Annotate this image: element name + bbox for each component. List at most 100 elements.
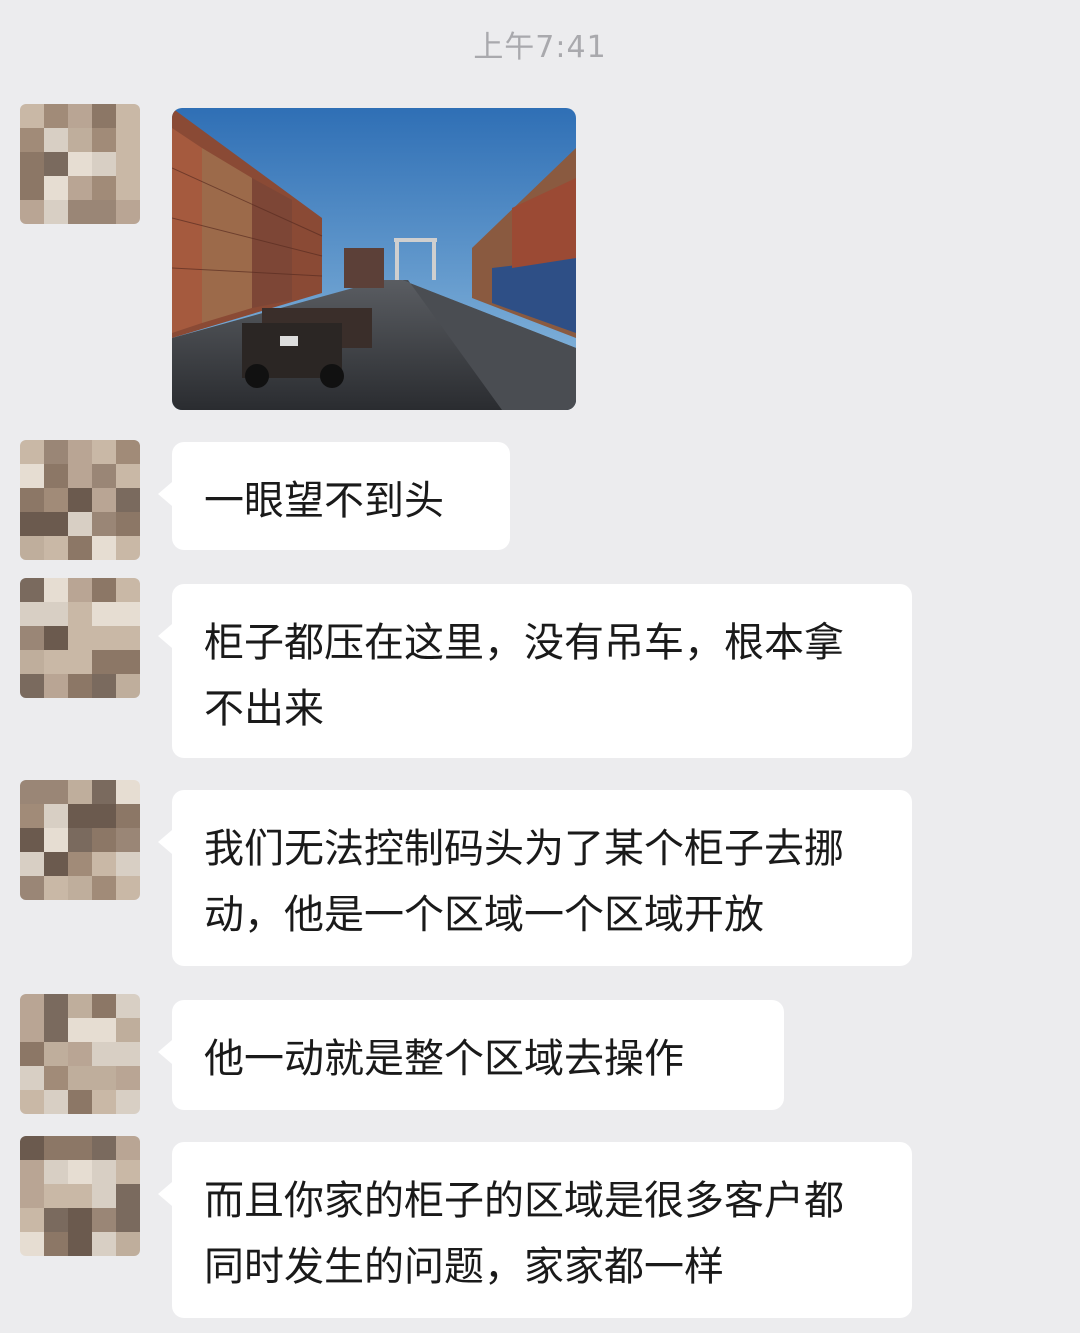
text-message[interactable]: 他一动就是整个区域去操作	[158, 1000, 784, 1110]
avatar-mosaic-tile	[68, 626, 92, 650]
avatar-mosaic-tile	[20, 128, 44, 152]
avatar-mosaic-tile	[68, 1208, 92, 1232]
avatar-mosaic-tile	[116, 578, 140, 602]
sender-avatar[interactable]	[20, 780, 140, 900]
avatar-mosaic-tile	[20, 650, 44, 674]
avatar-mosaic-tile	[44, 488, 68, 512]
avatar-mosaic-tile	[92, 674, 116, 698]
avatar-mosaic-tile	[116, 674, 140, 698]
sender-avatar[interactable]	[20, 1136, 140, 1256]
avatar-mosaic-tile	[44, 602, 68, 626]
avatar-mosaic-tile	[68, 440, 92, 464]
avatar-mosaic-tile	[20, 626, 44, 650]
avatar-mosaic-tile	[116, 828, 140, 852]
avatar-mosaic-tile	[92, 828, 116, 852]
avatar-mosaic-tile	[116, 1066, 140, 1090]
avatar-mosaic-tile	[68, 852, 92, 876]
avatar-mosaic-tile	[20, 1018, 44, 1042]
avatar-mosaic-tile	[92, 650, 116, 674]
avatar-mosaic-tile	[116, 176, 140, 200]
avatar-mosaic-tile	[92, 152, 116, 176]
avatar-mosaic-tile	[44, 578, 68, 602]
avatar-mosaic-tile	[68, 1160, 92, 1184]
avatar-mosaic-tile	[68, 804, 92, 828]
avatar-mosaic-tile	[44, 1136, 68, 1160]
avatar-mosaic-tile	[92, 176, 116, 200]
avatar-mosaic-tile	[44, 1066, 68, 1090]
text-message[interactable]: 柜子都压在这里，没有吊车，根本拿不出来	[158, 584, 912, 758]
avatar-mosaic-tile	[20, 1184, 44, 1208]
avatar-mosaic-tile	[68, 780, 92, 804]
avatar-mosaic-tile	[116, 1160, 140, 1184]
avatar-mosaic-tile	[68, 488, 92, 512]
avatar-mosaic-tile	[20, 200, 44, 224]
avatar-mosaic-tile	[44, 104, 68, 128]
avatar-mosaic-tile	[44, 852, 68, 876]
avatar-mosaic-tile	[116, 1208, 140, 1232]
avatar-mosaic-tile	[92, 626, 116, 650]
image-message[interactable]	[172, 108, 576, 410]
avatar-mosaic-tile	[116, 512, 140, 536]
avatar-mosaic-tile	[20, 512, 44, 536]
avatar-mosaic-tile	[92, 1090, 116, 1114]
sender-avatar[interactable]	[20, 104, 140, 224]
avatar-mosaic-tile	[92, 1136, 116, 1160]
avatar-mosaic-tile	[44, 152, 68, 176]
avatar-mosaic-tile	[20, 994, 44, 1018]
avatar-mosaic-tile	[116, 152, 140, 176]
avatar-mosaic-tile	[44, 780, 68, 804]
avatar-mosaic-tile	[68, 1136, 92, 1160]
message-text: 他一动就是整个区域去操作	[204, 1036, 684, 1082]
avatar-mosaic-tile	[92, 852, 116, 876]
avatar-mosaic-tile	[68, 578, 92, 602]
avatar-mosaic-tile	[20, 1090, 44, 1114]
avatar-mosaic-tile	[116, 780, 140, 804]
avatar-mosaic-tile	[92, 994, 116, 1018]
avatar-mosaic-tile	[116, 876, 140, 900]
avatar-mosaic-tile	[116, 1018, 140, 1042]
avatar-mosaic-tile	[20, 828, 44, 852]
avatar-mosaic-tile	[92, 1042, 116, 1066]
sender-avatar[interactable]	[20, 994, 140, 1114]
sender-avatar[interactable]	[20, 440, 140, 560]
avatar-mosaic-tile	[92, 104, 116, 128]
avatar-mosaic-tile	[116, 994, 140, 1018]
avatar-mosaic-tile	[20, 852, 44, 876]
text-message[interactable]: 一眼望不到头	[158, 442, 510, 550]
avatar-mosaic-tile	[44, 1090, 68, 1114]
avatar-mosaic-tile	[44, 674, 68, 698]
container-yard-photo	[172, 108, 576, 410]
sender-avatar[interactable]	[20, 578, 140, 698]
avatar-mosaic-tile	[68, 602, 92, 626]
text-message[interactable]: 而且你家的柜子的区域是很多客户都同时发生的问题，家家都一样	[158, 1142, 912, 1318]
avatar-mosaic-tile	[92, 512, 116, 536]
avatar-mosaic-tile	[44, 176, 68, 200]
avatar-mosaic-tile	[20, 464, 44, 488]
avatar-mosaic-tile	[68, 994, 92, 1018]
avatar-mosaic-tile	[92, 602, 116, 626]
avatar-mosaic-tile	[92, 488, 116, 512]
avatar-mosaic-tile	[44, 1160, 68, 1184]
avatar-mosaic-tile	[20, 1042, 44, 1066]
avatar-mosaic-tile	[116, 464, 140, 488]
avatar-mosaic-tile	[92, 578, 116, 602]
text-message[interactable]: 我们无法控制码头为了某个柜子去挪动，他是一个区域一个区域开放	[158, 790, 912, 966]
avatar-mosaic-tile	[116, 104, 140, 128]
avatar-mosaic-tile	[116, 488, 140, 512]
avatar-mosaic-tile	[20, 488, 44, 512]
avatar-mosaic-tile	[20, 876, 44, 900]
avatar-mosaic-tile	[92, 1018, 116, 1042]
avatar-mosaic-tile	[68, 512, 92, 536]
avatar-mosaic-tile	[92, 1160, 116, 1184]
avatar-mosaic-tile	[20, 1136, 44, 1160]
avatar-mosaic-tile	[68, 1232, 92, 1256]
avatar-mosaic-tile	[44, 1018, 68, 1042]
avatar-mosaic-tile	[44, 1042, 68, 1066]
avatar-mosaic-tile	[116, 536, 140, 560]
avatar-mosaic-tile	[92, 464, 116, 488]
avatar-mosaic-tile	[68, 176, 92, 200]
avatar-mosaic-tile	[116, 440, 140, 464]
avatar-mosaic-tile	[20, 440, 44, 464]
avatar-mosaic-tile	[116, 626, 140, 650]
avatar-mosaic-tile	[68, 1018, 92, 1042]
